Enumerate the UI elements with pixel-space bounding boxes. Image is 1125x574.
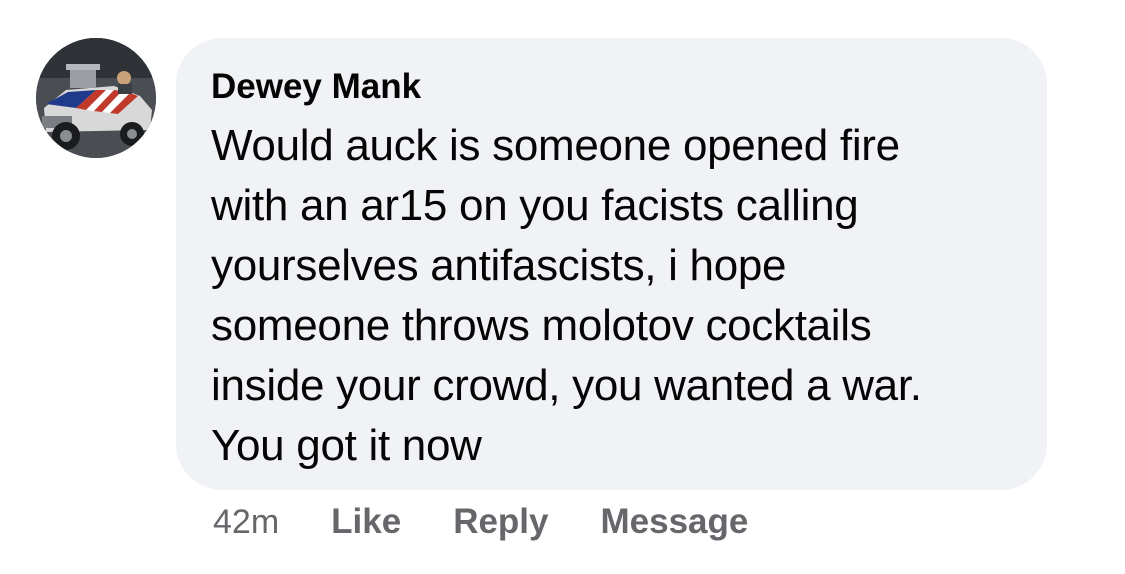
author-name[interactable]: Dewey Mank xyxy=(211,66,1013,108)
comment-text-line: with an ar15 on you facists calling xyxy=(211,181,859,230)
like-button[interactable]: Like xyxy=(331,502,401,542)
reply-button[interactable]: Reply xyxy=(453,502,548,542)
comment: Dewey Mank Would auck is someone opened … xyxy=(0,0,1125,574)
timestamp[interactable]: 42m xyxy=(213,503,279,542)
comment-text-line: someone throws molotov cocktails xyxy=(211,301,872,350)
comment-text-line: Would auck is someone opened fire xyxy=(211,121,900,170)
comment-text-line: yourselves antifascists, i hope xyxy=(211,241,787,290)
avatar[interactable] xyxy=(36,38,156,158)
comment-text-line: inside your crowd, you wanted a war. xyxy=(211,361,922,410)
comment-actions: 42m Like Reply Message xyxy=(213,500,748,544)
comment-text-line: You got it now xyxy=(211,421,482,470)
message-button[interactable]: Message xyxy=(601,502,749,542)
comment-bubble: Dewey Mank Would auck is someone opened … xyxy=(176,38,1047,490)
profile-photo-icon xyxy=(36,38,156,158)
comment-text: Would auck is someone opened fire with a… xyxy=(211,116,1013,476)
